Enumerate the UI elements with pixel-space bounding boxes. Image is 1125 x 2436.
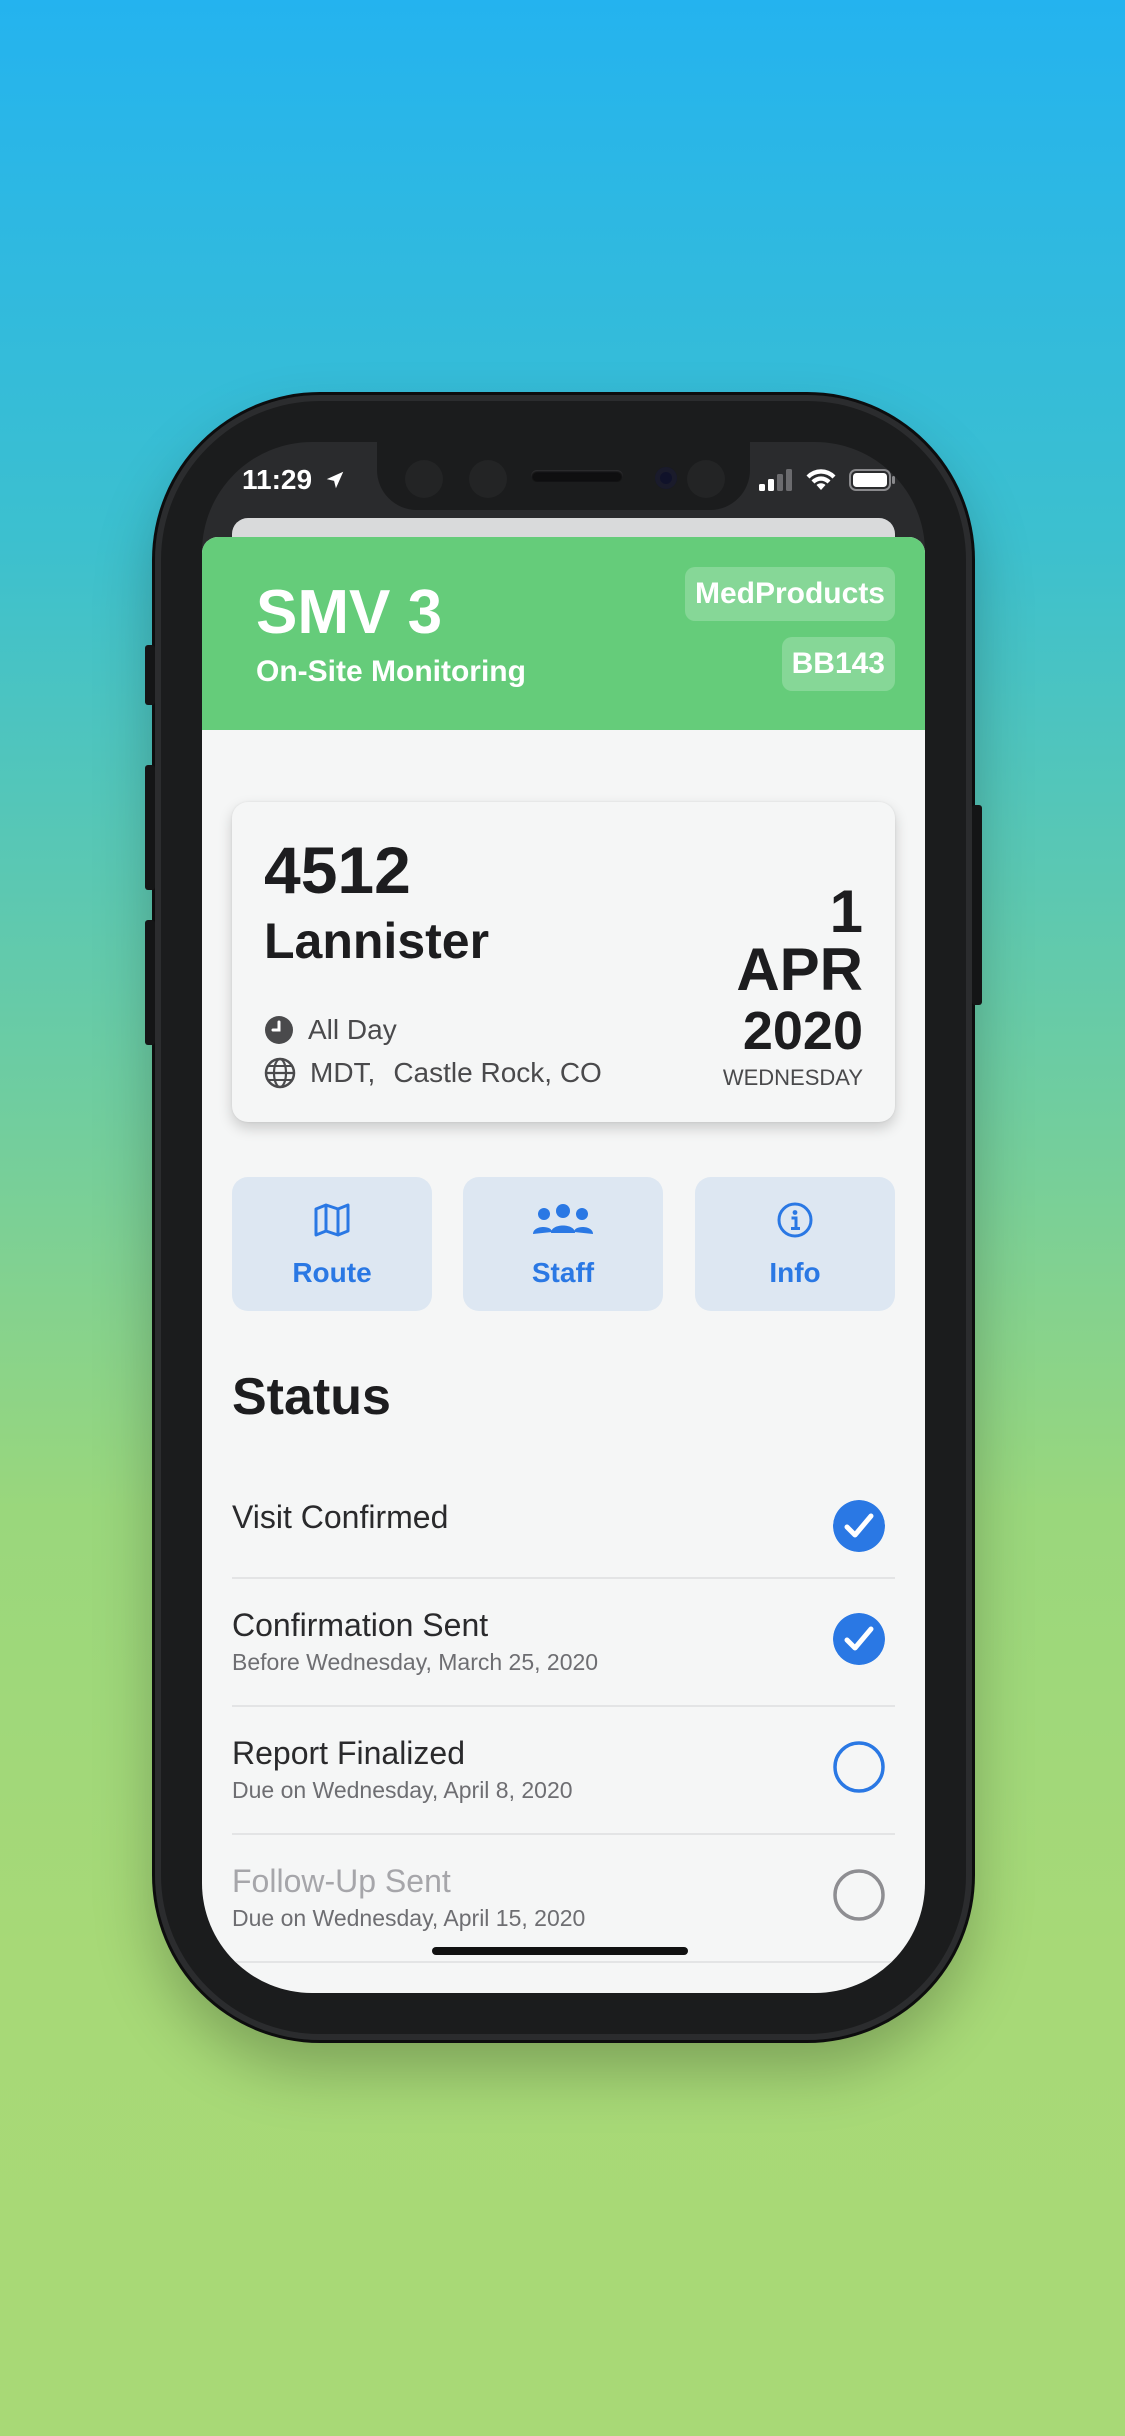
camera-icon <box>655 467 677 489</box>
duration-label: All Day <box>308 1014 397 1045</box>
location-label: Castle Rock, CO <box>393 1057 602 1088</box>
status-row-title: Confirmation Sent <box>232 1607 489 1643</box>
people-icon <box>533 1204 593 1234</box>
checkmark-filled-icon[interactable] <box>833 1500 885 1552</box>
volume-down-button <box>145 920 155 1045</box>
date-day: 1 <box>829 878 863 945</box>
status-indicators <box>759 468 895 492</box>
status-row-title: Report Finalized <box>232 1735 465 1771</box>
visit-card: 4512 Lannister All Day MDT, Castle Rock,… <box>232 802 895 1122</box>
status-row-report-finalized[interactable]: Report Finalized Due on Wednesday, April… <box>232 1707 895 1835</box>
company-tag: MedProducts <box>684 567 895 621</box>
staff-label: Staff <box>531 1257 595 1288</box>
duration-row: All Day <box>264 1014 397 1046</box>
battery-icon <box>849 469 895 491</box>
checkmark-filled-icon[interactable] <box>833 1613 885 1665</box>
code-tag: BB143 <box>781 637 895 691</box>
wifi-icon <box>806 469 836 490</box>
notch <box>377 442 750 510</box>
date-month: APR <box>736 936 863 1003</box>
signal-icon <box>759 469 792 491</box>
date-year: 2020 <box>742 1001 863 1061</box>
status-row-follow-up-sent[interactable]: Follow-Up Sent Due on Wednesday, April 1… <box>232 1835 895 1963</box>
status-heading: Status <box>232 1368 391 1426</box>
checkbox-disabled-icon[interactable] <box>833 1869 885 1921</box>
globe-icon <box>264 1057 296 1089</box>
site-name: Lannister <box>264 913 490 969</box>
status-row-title: Visit Confirmed <box>232 1499 449 1535</box>
visit-header: SMV 3 On-Site Monitoring MedProducts BB1… <box>202 537 925 730</box>
staff-button[interactable]: Staff <box>463 1177 663 1311</box>
location-row: MDT, Castle Rock, CO <box>264 1057 602 1089</box>
status-row-confirmation-sent[interactable]: Confirmation Sent Before Wednesday, Marc… <box>232 1579 895 1707</box>
action-buttons: Route Staff Info <box>232 1177 895 1311</box>
date-weekday: WEDNESDAY <box>722 1065 863 1090</box>
status-row-visit-confirmed[interactable]: Visit Confirmed <box>232 1467 895 1579</box>
route-button[interactable]: Route <box>232 1177 432 1311</box>
site-number: 4512 <box>264 833 411 907</box>
map-icon <box>314 1203 350 1237</box>
info-icon <box>777 1202 813 1238</box>
phone-frame: 11:29 SMV 3 On-Site Monitoring MedProduc… <box>145 395 982 2040</box>
home-indicator[interactable] <box>432 1947 688 1955</box>
info-button[interactable]: Info <box>695 1177 895 1311</box>
route-label: Route <box>292 1257 372 1288</box>
info-label: Info <box>769 1257 821 1288</box>
clock-icon <box>265 1016 293 1044</box>
visit-sheet: SMV 3 On-Site Monitoring MedProducts BB1… <box>202 537 925 1993</box>
status-row-subtitle: Due on Wednesday, April 8, 2020 <box>232 1777 573 1803</box>
visit-subtitle: On-Site Monitoring <box>256 655 526 688</box>
timezone-label: MDT, <box>310 1057 376 1088</box>
screen: 11:29 SMV 3 On-Site Monitoring MedProduc… <box>202 442 925 1993</box>
power-button <box>972 805 982 1005</box>
status-list: Visit Confirmed Confirmation Sent Before… <box>232 1467 895 1963</box>
location-arrow-icon <box>326 471 344 489</box>
volume-up-button <box>145 765 155 890</box>
status-row-subtitle: Due on Wednesday, April 15, 2020 <box>232 1905 586 1931</box>
mute-switch <box>145 645 155 705</box>
visit-title: SMV 3 <box>256 578 443 647</box>
status-row-subtitle: Before Wednesday, March 25, 2020 <box>232 1649 599 1675</box>
status-row-title: Follow-Up Sent <box>232 1863 451 1899</box>
status-time: 11:29 <box>242 464 346 496</box>
checkbox-empty-icon[interactable] <box>833 1741 885 1793</box>
